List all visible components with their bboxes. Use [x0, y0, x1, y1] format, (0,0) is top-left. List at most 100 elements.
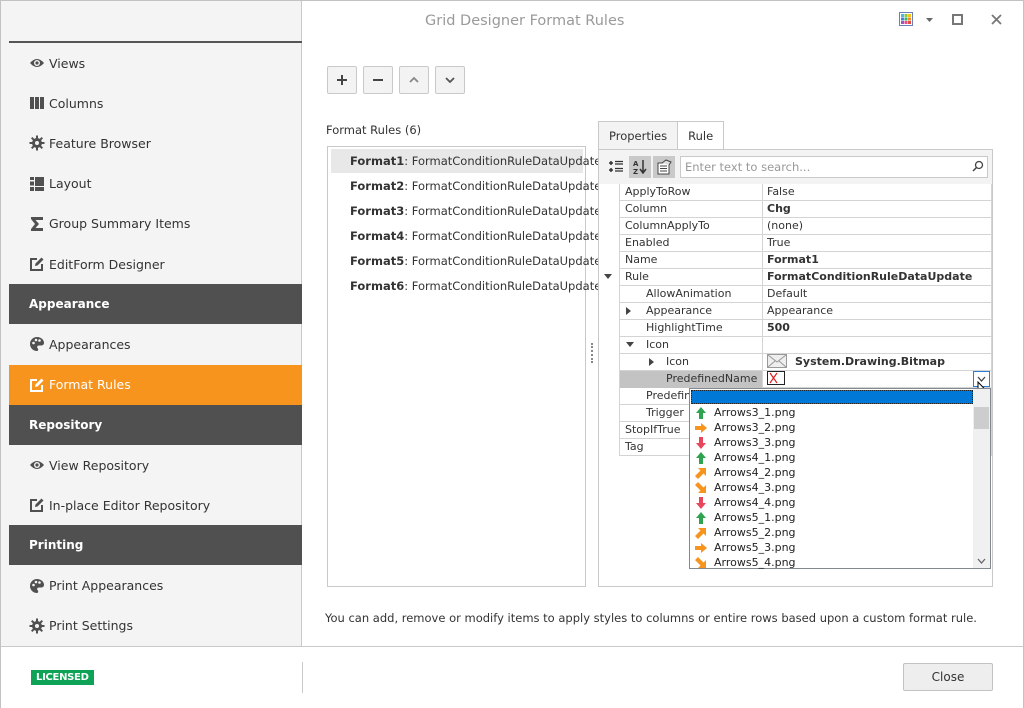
property-row[interactable]: Column Chg [619, 201, 992, 218]
sidebar-item-feature-browser[interactable]: Feature Browser [9, 123, 302, 163]
property-value[interactable]: 500 [763, 320, 992, 337]
option-label: Arrows5_4.png [714, 556, 796, 569]
property-row[interactable]: Rule FormatConditionRuleDataUpdate [604, 269, 992, 286]
sidebar-item-editform-designer[interactable]: EditForm Designer [9, 244, 302, 284]
sidebar-item-label: EditForm Designer [49, 256, 165, 272]
property-search-input[interactable]: Enter text to search... [680, 156, 988, 178]
collapse-icon[interactable] [626, 342, 634, 347]
property-row[interactable]: AllowAnimation Default [619, 286, 992, 303]
dropdown-scrollbar[interactable] [973, 389, 990, 568]
scrollbar-thumb[interactable] [974, 407, 989, 429]
chevron-up-icon [409, 76, 419, 83]
sidebar-item-group-summary-items[interactable]: Group Summary Items [9, 204, 302, 244]
dropdown-option[interactable]: Arrows4_3.png [692, 480, 972, 495]
sidebar-item-label: Print Settings [49, 618, 133, 634]
chevron-down-icon [445, 77, 455, 84]
tab-properties[interactable]: Properties [598, 121, 679, 150]
section-header-repository: Repository [9, 404, 302, 445]
rule-list-item[interactable]: Format5: FormatConditionRuleDataUpdate [331, 249, 601, 273]
dropdown-option[interactable]: Arrows3_3.png [692, 435, 972, 450]
footer: LICENSED Close [1, 646, 1023, 708]
sidebar-item-in-place-editor-repository[interactable]: In-place Editor Repository [9, 485, 302, 525]
property-value[interactable]: Format1 [763, 252, 992, 269]
sort-az-icon: A Z [633, 160, 647, 175]
property-value[interactable]: True [763, 235, 992, 252]
rule-name: Format2 [350, 179, 405, 193]
dropdown-option[interactable]: Arrows4_1.png [692, 450, 972, 465]
rule-type: : FormatConditionRuleDataUpdate [404, 179, 602, 193]
sidebar-item-columns[interactable]: Columns [9, 83, 302, 123]
close-button[interactable]: Close [903, 663, 993, 691]
dropdown-selected-empty-item[interactable] [691, 390, 973, 404]
property-row[interactable]: Icon System.Drawing.Bitmap [619, 354, 992, 371]
alphabetical-button[interactable]: A Z [629, 156, 651, 178]
dropdown-option[interactable]: Arrows4_2.png [692, 465, 972, 480]
property-value[interactable]: False [763, 184, 992, 201]
property-value[interactable]: Appearance [763, 303, 992, 320]
rule-list-item[interactable]: Format2: FormatConditionRuleDataUpdate [331, 174, 601, 198]
add-rule-button[interactable] [327, 66, 357, 94]
sidebar-item-label: In-place Editor Repository [49, 497, 211, 513]
dropdown-option[interactable]: Arrows3_2.png [692, 420, 972, 435]
property-row[interactable]: HighlightTime 500 [619, 320, 992, 337]
move-down-button[interactable] [435, 66, 465, 94]
property-row[interactable]: ColumnApplyTo (none) [619, 218, 992, 235]
property-row[interactable]: ApplyToRow False [619, 184, 992, 201]
sidebar-item-label: Group Summary Items [49, 216, 191, 232]
sidebar-item-print-appearances[interactable]: Print Appearances [9, 566, 302, 606]
rule-list-item[interactable]: Format6: FormatConditionRuleDataUpdate [331, 274, 601, 298]
property-grid-toolbar: A Z Enter text to search... [599, 150, 992, 184]
predefined-name-dropdown-list[interactable]: Arrows3_1.png Arrows3_2.png Arrows3_3.png A… [689, 388, 991, 569]
property-row[interactable]: PredefinedName [619, 371, 992, 388]
property-row[interactable]: Icon [619, 337, 992, 354]
dropdown-arrow-icon[interactable] [925, 17, 933, 23]
dropdown-option[interactable]: Arrows5_2.png [692, 525, 972, 540]
rule-list-item[interactable]: Format1: FormatConditionRuleDataUpdate [331, 149, 601, 173]
format-rules-list[interactable]: Format1: FormatConditionRuleDataUpdate Fo… [327, 146, 601, 587]
property-value-text: System.Drawing.Bitmap [795, 355, 945, 368]
property-value[interactable]: FormatConditionRuleDataUpdate [763, 269, 992, 286]
option-label: Arrows3_1.png [714, 406, 796, 419]
sidebar-item-print-settings[interactable]: Print Settings [9, 606, 302, 646]
property-value[interactable] [763, 371, 992, 388]
rule-list-item[interactable]: Format4: FormatConditionRuleDataUpdate [331, 224, 601, 248]
edit-icon [29, 497, 45, 513]
property-value[interactable]: Default [763, 286, 992, 303]
collapse-icon[interactable] [604, 274, 612, 279]
expand-icon[interactable] [649, 358, 654, 366]
property-name: PredefinedName [619, 371, 763, 388]
rule-name: Format4 [350, 229, 405, 243]
rule-list-item[interactable]: Format3: FormatConditionRuleDataUpdate [331, 199, 601, 223]
splitter-handle[interactable] [591, 343, 593, 363]
dropdown-option[interactable]: Arrows5_4.png [692, 555, 972, 570]
tab-rule[interactable]: Rule [678, 121, 725, 150]
property-row[interactable]: Name Format1 [619, 252, 992, 269]
property-name: HighlightTime [619, 320, 763, 337]
dropdown-option[interactable]: Arrows4_4.png [692, 495, 972, 510]
property-value[interactable]: System.Drawing.Bitmap [763, 354, 992, 371]
dropdown-option[interactable]: Arrows5_3.png [692, 540, 972, 555]
remove-rule-button[interactable] [363, 66, 393, 94]
move-up-button[interactable] [399, 66, 429, 94]
close-icon[interactable] [991, 14, 1002, 25]
property-value[interactable]: (none) [763, 218, 992, 235]
maximize-icon[interactable] [952, 14, 963, 25]
property-pages-button[interactable] [653, 156, 675, 178]
option-label: Arrows4_3.png [714, 481, 796, 494]
property-row[interactable]: Appearance Appearance [619, 303, 992, 320]
property-row[interactable]: Enabled True [619, 235, 992, 252]
dropdown-option[interactable]: Arrows5_1.png [692, 510, 972, 525]
skin-palette-icon[interactable] [899, 12, 913, 26]
sidebar-item-appearances[interactable]: Appearances [9, 324, 302, 364]
property-value[interactable] [763, 337, 992, 354]
rule-type: : FormatConditionRuleDataUpdate [404, 229, 602, 243]
sidebar-item-layout[interactable]: Layout [9, 164, 302, 204]
sidebar-item-view-repository[interactable]: View Repository [9, 445, 302, 485]
property-value[interactable]: Chg [763, 201, 992, 218]
sidebar-item-views[interactable]: Views [9, 43, 302, 83]
expand-icon[interactable] [626, 307, 631, 315]
scroll-down-icon[interactable] [977, 558, 986, 564]
sidebar-item-format-rules[interactable]: Format Rules [9, 364, 302, 405]
dropdown-option[interactable]: Arrows3_1.png [692, 405, 972, 420]
categorized-button[interactable] [605, 156, 627, 178]
